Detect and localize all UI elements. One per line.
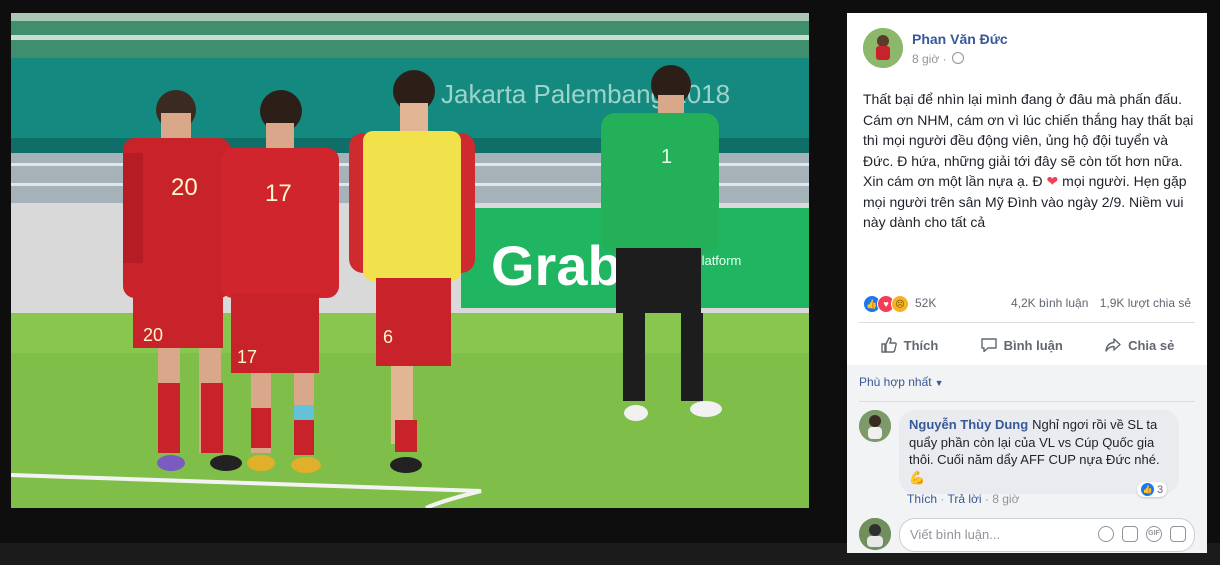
heart-emoji: ❤ <box>1046 173 1059 189</box>
jersey-number-17: 17 <box>265 180 292 207</box>
commenter-name[interactable]: Nguyễn Thùy Dung <box>909 417 1028 432</box>
comment-button[interactable]: Bình luận <box>980 330 1063 360</box>
sad-reaction-icon: ☹ <box>891 295 909 313</box>
share-count[interactable]: 1,9K lượt chia sẻ <box>1100 296 1191 310</box>
share-button[interactable]: Chia sẻ <box>1104 330 1174 360</box>
post-header: Phan Văn Đức 8 giờ · <box>863 28 1191 70</box>
flexed-biceps-emoji: 💪 <box>909 469 926 485</box>
composer-icons: GIF <box>1098 526 1186 542</box>
comment-count[interactable]: 4,2K bình luận <box>1011 296 1088 310</box>
shorts-number-17: 17 <box>237 347 257 367</box>
globe-icon <box>951 52 964 64</box>
author-avatar[interactable] <box>863 28 903 68</box>
comment-actions: Thích · Trả lời · 8 giờ <box>907 492 1020 506</box>
gif-icon[interactable]: GIF <box>1146 526 1162 542</box>
divider <box>859 401 1195 402</box>
post-photo[interactable]: Jakarta Palembang 2018 Grab Mobile Platf… <box>11 13 809 508</box>
comment-bubble: Nguyễn Thùy Dung Nghỉ ngơi rồi về SL ta q… <box>899 410 1179 494</box>
viewer-avatar <box>859 518 891 550</box>
thumbs-up-icon <box>880 337 897 353</box>
post-actions: Thích Bình luận Chia sẻ <box>859 330 1195 360</box>
camera-icon[interactable] <box>1122 526 1138 542</box>
comment-like-link[interactable]: Thích <box>907 492 937 506</box>
like-reaction-icon: 👍 <box>1141 483 1154 496</box>
comment-like-count[interactable]: 👍 3 <box>1137 482 1168 497</box>
comment-icon <box>980 338 997 353</box>
post-stats: 4,2K bình luận 1,9K lượt chia sẻ <box>1003 296 1191 310</box>
shorts-number-6: 6 <box>383 327 393 347</box>
comment-placeholder: Viết bình luận... <box>910 527 1001 542</box>
post-text: Thất bại để nhìn lại mình đang ở đâu mà … <box>863 91 1194 230</box>
caret-down-icon: ▼ <box>934 378 944 388</box>
comment-time[interactable]: 8 giờ <box>992 492 1019 506</box>
post-meta: 8 giờ · <box>912 52 964 66</box>
photo-scene: Jakarta Palembang 2018 Grab Mobile Platf… <box>11 13 809 508</box>
post-panel: Phan Văn Đức 8 giờ · Thất bại để nhìn lạ… <box>847 13 1207 553</box>
jersey-number-20: 20 <box>171 174 198 201</box>
emoji-icon[interactable] <box>1098 526 1114 542</box>
commenter-avatar[interactable] <box>859 410 891 442</box>
post-time[interactable]: 8 giờ · <box>912 52 947 66</box>
jersey-number-1: 1 <box>661 146 672 168</box>
comments-section: Phù hợp nhất ▼ Nguyễn Thùy Dung Nghỉ ngơi … <box>847 365 1207 553</box>
share-icon <box>1105 338 1121 352</box>
comment-composer: Viết bình luận... GIF <box>859 518 1195 552</box>
comment-sort-dropdown[interactable]: Phù hợp nhất ▼ <box>859 375 944 389</box>
shorts-number-20: 20 <box>143 325 163 345</box>
comment-input[interactable]: Viết bình luận... GIF <box>899 518 1195 552</box>
reactions-row: 👍 ♥ ☹ 52K 4,2K bình luận 1,9K lượt chia … <box>863 294 1191 314</box>
like-button[interactable]: Thích <box>880 330 938 360</box>
divider <box>859 322 1195 323</box>
comment-reply-link[interactable]: Trả lời <box>947 492 981 506</box>
reaction-count[interactable]: 52K <box>915 296 936 310</box>
sticker-icon[interactable] <box>1170 526 1186 542</box>
author-name[interactable]: Phan Văn Đức <box>912 31 1008 47</box>
